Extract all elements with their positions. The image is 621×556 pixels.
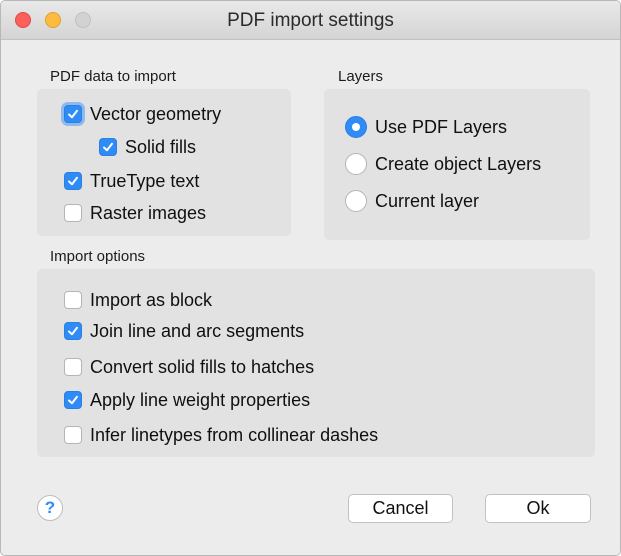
solid-fills-option[interactable]: Solid fills bbox=[99, 135, 196, 159]
checkmark-icon bbox=[103, 142, 113, 152]
import-as-block-option[interactable]: Import as block bbox=[64, 288, 212, 312]
raster-images-label: Raster images bbox=[90, 202, 207, 223]
line-weight-option[interactable]: Apply line weight properties bbox=[64, 388, 310, 412]
create-object-layers-option[interactable]: Create object Layers bbox=[345, 152, 541, 176]
cancel-button[interactable]: Cancel bbox=[348, 494, 453, 523]
solid-fills-checkbox[interactable] bbox=[99, 138, 117, 156]
current-layer-option[interactable]: Current layer bbox=[345, 189, 479, 213]
create-object-layers-radio[interactable] bbox=[345, 153, 367, 175]
vector-geometry-label: Vector geometry bbox=[90, 103, 222, 124]
infer-linetypes-option[interactable]: Infer linetypes from collinear dashes bbox=[64, 423, 378, 447]
current-layer-label: Current layer bbox=[375, 190, 480, 211]
ok-button[interactable]: Ok bbox=[485, 494, 591, 523]
truetype-text-label: TrueType text bbox=[90, 170, 200, 191]
truetype-text-option[interactable]: TrueType text bbox=[64, 169, 199, 193]
current-layer-radio[interactable] bbox=[345, 190, 367, 212]
checkmark-icon bbox=[68, 395, 78, 405]
raster-images-checkbox[interactable] bbox=[64, 204, 82, 222]
use-pdf-layers-radio[interactable] bbox=[345, 116, 367, 138]
convert-fills-checkbox[interactable] bbox=[64, 358, 82, 376]
solid-fills-label: Solid fills bbox=[125, 136, 197, 157]
help-button[interactable]: ? bbox=[37, 495, 63, 521]
join-segments-label: Join line and arc segments bbox=[90, 320, 305, 341]
infer-linetypes-label: Infer linetypes from collinear dashes bbox=[90, 424, 379, 445]
window-title: PDF import settings bbox=[227, 10, 394, 31]
vector-geometry-option[interactable]: Vector geometry bbox=[64, 102, 221, 126]
raster-images-option[interactable]: Raster images bbox=[64, 201, 206, 225]
convert-fills-option[interactable]: Convert solid fills to hatches bbox=[64, 355, 314, 379]
convert-fills-label: Convert solid fills to hatches bbox=[90, 356, 315, 377]
join-segments-option[interactable]: Join line and arc segments bbox=[64, 319, 304, 343]
use-pdf-layers-label: Use PDF Layers bbox=[375, 116, 508, 137]
line-weight-checkbox[interactable] bbox=[64, 391, 82, 409]
title-bar: PDF import settings bbox=[1, 1, 620, 40]
pdf-import-dialog: PDF import settings PDF data to import V… bbox=[0, 0, 621, 556]
import-as-block-label: Import as block bbox=[90, 289, 213, 310]
import-as-block-checkbox[interactable] bbox=[64, 291, 82, 309]
infer-linetypes-checkbox[interactable] bbox=[64, 426, 82, 444]
layers-group-label: Layers bbox=[338, 68, 384, 85]
pdf-data-group-label: PDF data to import bbox=[50, 68, 176, 85]
truetype-text-checkbox[interactable] bbox=[64, 172, 82, 190]
create-object-layers-label: Create object Layers bbox=[375, 153, 542, 174]
radio-dot-icon bbox=[352, 123, 360, 131]
checkmark-icon bbox=[68, 176, 78, 186]
checkmark-icon bbox=[68, 326, 78, 336]
checkmark-icon bbox=[68, 109, 78, 119]
line-weight-label: Apply line weight properties bbox=[90, 389, 311, 410]
vector-geometry-checkbox[interactable] bbox=[64, 105, 82, 123]
import-options-group-label: Import options bbox=[50, 248, 146, 265]
join-segments-checkbox[interactable] bbox=[64, 322, 82, 340]
use-pdf-layers-option[interactable]: Use PDF Layers bbox=[345, 115, 507, 139]
